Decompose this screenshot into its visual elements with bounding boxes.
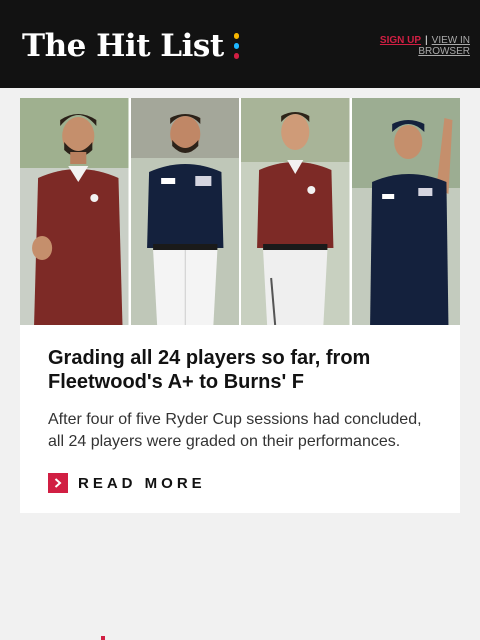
header-links: SIGN UP | VIEW IN BROWSER bbox=[360, 35, 470, 57]
chevron-right-icon bbox=[48, 473, 68, 493]
article-photo[interactable] bbox=[20, 98, 460, 325]
photo-panel-player-4 bbox=[351, 98, 460, 325]
logo-dots-icon bbox=[233, 33, 239, 59]
link-separator: | bbox=[425, 35, 428, 46]
sign-up-link[interactable]: SIGN UP bbox=[380, 35, 421, 46]
photo-panel-player-1 bbox=[20, 98, 129, 325]
read-more-label: READ MORE bbox=[78, 474, 206, 492]
footer-accent-mark bbox=[101, 636, 105, 640]
logo[interactable]: The Hit List bbox=[22, 28, 239, 64]
email-header: The Hit List SIGN UP | VIEW IN BROWSER bbox=[0, 0, 480, 88]
read-more-button[interactable]: READ MORE bbox=[48, 473, 206, 493]
article-card: Grading all 24 players so far, from Flee… bbox=[20, 98, 460, 513]
photo-panel-player-2 bbox=[130, 98, 239, 325]
article-headline[interactable]: Grading all 24 players so far, from Flee… bbox=[48, 346, 432, 394]
logo-text: The Hit List bbox=[22, 28, 224, 64]
article-dek: After four of five Ryder Cup sessions ha… bbox=[48, 411, 422, 450]
photo-panel-player-3 bbox=[241, 98, 350, 325]
